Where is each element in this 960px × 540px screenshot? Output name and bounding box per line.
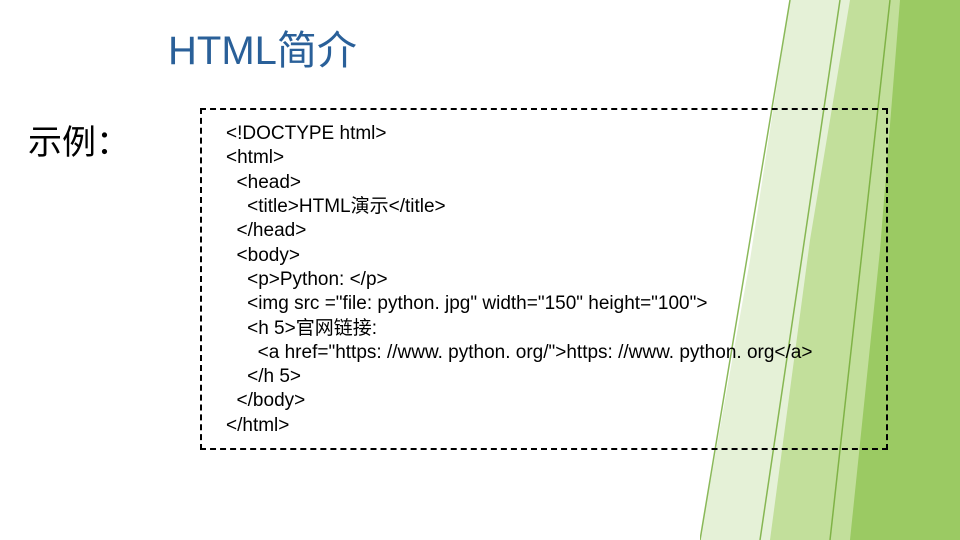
slide: HTML简介 示例： <!DOCTYPE html> <html> <head>… [0, 0, 960, 540]
slide-title: HTML简介 [168, 18, 357, 76]
code-text: <!DOCTYPE html> <html> <head> <title>HTM… [226, 123, 812, 436]
code-example-box: <!DOCTYPE html> <html> <head> <title>HTM… [200, 108, 888, 450]
example-label: 示例： [28, 115, 130, 164]
